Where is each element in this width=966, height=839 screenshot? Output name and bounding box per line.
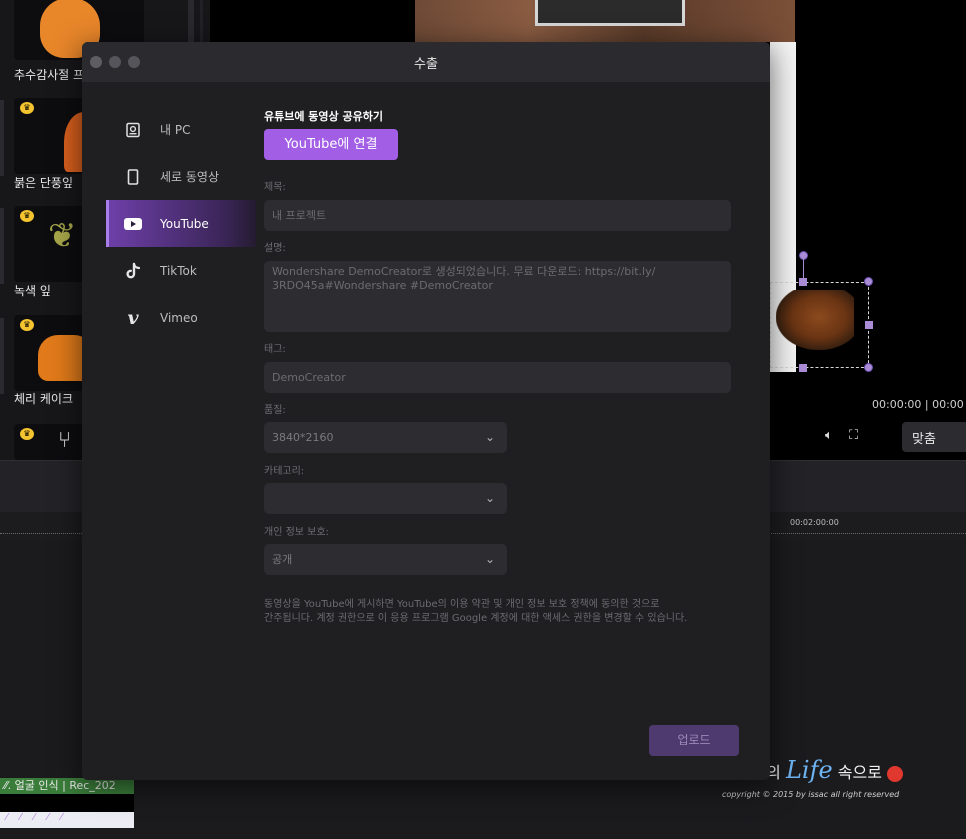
tags-field[interactable]: DemoCreator bbox=[264, 362, 731, 393]
ruler-timecode: 00:02:00:00 bbox=[790, 518, 839, 527]
selection-box[interactable] bbox=[770, 282, 869, 368]
panel-edge bbox=[0, 318, 4, 394]
privacy-value: 공개 bbox=[272, 553, 293, 566]
connect-youtube-button[interactable]: YouTube에 연결 bbox=[264, 129, 398, 160]
title-field[interactable]: 내 프로젝트 bbox=[264, 200, 731, 231]
crown-icon: ♛ bbox=[20, 319, 34, 331]
watermark-life: Life bbox=[785, 756, 833, 784]
terms-notice-line: 간주됩니다. 계정 권한으로 이 응용 프로그램 Google 계정에 대한 액… bbox=[264, 613, 688, 624]
watermark-copyright: copyright © 2015 by issac all right rese… bbox=[722, 790, 900, 799]
nav-item-label: TikTok bbox=[160, 263, 197, 278]
sticker-label: 추수감사절 프 bbox=[14, 68, 85, 82]
sticker-label: 체리 케이크 bbox=[14, 392, 74, 406]
nav-item-label: Vimeo bbox=[160, 310, 198, 325]
fullscreen-icon[interactable]: ⛶ bbox=[849, 428, 858, 443]
nav-item-my-pc[interactable]: 내 PC bbox=[106, 106, 256, 153]
nav-item-tiktok[interactable]: TikTok bbox=[106, 247, 256, 294]
category-select[interactable]: ⌄ bbox=[264, 483, 507, 514]
resize-handle[interactable] bbox=[864, 363, 873, 372]
category-label: 카테고리: bbox=[264, 466, 305, 477]
timeline-clip[interactable]: ⁄⁄. 얼굴 인식 | Rec_202 bbox=[0, 778, 134, 794]
quality-label: 품질: bbox=[264, 405, 286, 416]
hard-drive-icon bbox=[124, 121, 142, 139]
sticker-label: 붉은 단풍잎 bbox=[14, 176, 74, 190]
quality-value: 3840*2160 bbox=[272, 431, 334, 444]
chevron-down-icon: ⌄ bbox=[484, 491, 495, 505]
title-label: 제목: bbox=[264, 182, 286, 193]
terms-notice: 동영상을 YouTube에 게시하면 YouTube의 이용 약관 및 개인 정… bbox=[264, 598, 734, 626]
crown-icon: ♛ bbox=[20, 102, 34, 114]
resize-handle[interactable] bbox=[799, 364, 807, 372]
watermark-suffix: 속으로 bbox=[832, 763, 888, 782]
nav-item-vertical-video[interactable]: 세로 동영상 bbox=[106, 153, 256, 200]
description-line: 3RDO45a#Wondershare #DemoCreator bbox=[272, 279, 493, 292]
privacy-select[interactable]: 공개 ⌄ bbox=[264, 544, 507, 575]
monitor-shape bbox=[535, 0, 685, 26]
chevron-down-icon: ⌄ bbox=[484, 552, 495, 566]
export-dialog: 수출 내 PC 세로 동영상 YouTube TikTok v Vimeo 유튜… bbox=[82, 42, 770, 780]
export-target-nav: 내 PC 세로 동영상 YouTube TikTok v Vimeo bbox=[106, 106, 256, 341]
upload-button[interactable]: 업로드 bbox=[649, 725, 739, 756]
privacy-label: 개인 정보 보호: bbox=[264, 527, 329, 538]
section-title: 유튜브에 동영상 공유하기 bbox=[264, 110, 383, 123]
resize-handle[interactable] bbox=[799, 278, 807, 286]
youtube-icon bbox=[124, 215, 142, 233]
description-label: 설명: bbox=[264, 243, 286, 254]
terms-notice-line: 동영상을 YouTube에 게시하면 YouTube의 이용 약관 및 개인 정… bbox=[264, 599, 660, 610]
sticker-label: 녹색 잎 bbox=[14, 284, 51, 298]
crown-icon: ♛ bbox=[20, 210, 34, 222]
zoom-fit-select[interactable]: 맞춤 bbox=[902, 422, 966, 452]
dialog-title: 수출 bbox=[414, 57, 438, 72]
clip-thumbnail-strip bbox=[0, 794, 134, 812]
nav-item-label: 내 PC bbox=[160, 123, 191, 137]
description-field[interactable]: Wondershare DemoCreator로 생성되었습니다. 무료 다운로… bbox=[264, 261, 731, 332]
vimeo-icon: v bbox=[127, 306, 139, 329]
clip-marker-strip: ⁄⁄⁄⁄⁄ bbox=[0, 812, 134, 828]
app-root: ♛ 추수감사절 프 ♛ 붉은 단풍잎 ♛ ❦ 녹색 잎 ♛ 체리 케이크 ♛ ⑂ bbox=[0, 0, 966, 839]
crown-icon: ♛ bbox=[20, 428, 34, 440]
preview-controls: 🔈︎ ⛶ bbox=[825, 428, 858, 443]
nav-item-vimeo[interactable]: v Vimeo bbox=[106, 294, 256, 341]
tiktok-icon bbox=[124, 262, 142, 280]
phone-icon bbox=[124, 168, 142, 186]
playback-time: 00:00:00 | 00:00 bbox=[872, 398, 964, 411]
dialog-titlebar: 수출 bbox=[82, 42, 770, 82]
panel-edge bbox=[0, 208, 4, 284]
speaker-icon[interactable]: 🔈︎ bbox=[825, 428, 833, 443]
resize-handle[interactable] bbox=[864, 277, 873, 286]
description-line: Wondershare DemoCreator로 생성되었습니다. 무료 다운로… bbox=[272, 265, 656, 278]
nav-item-youtube[interactable]: YouTube bbox=[106, 200, 256, 247]
panel-edge bbox=[0, 100, 4, 176]
preview-image bbox=[415, 0, 795, 42]
chevron-down-icon: ⌄ bbox=[484, 430, 495, 444]
tags-label: 태그: bbox=[264, 344, 286, 355]
nav-item-label: YouTube bbox=[160, 216, 209, 231]
quality-select[interactable]: 3840*2160 ⌄ bbox=[264, 422, 507, 453]
resize-handle[interactable] bbox=[865, 321, 873, 329]
watermark-badge-icon bbox=[887, 765, 904, 782]
nav-item-label: 세로 동영상 bbox=[160, 170, 220, 184]
